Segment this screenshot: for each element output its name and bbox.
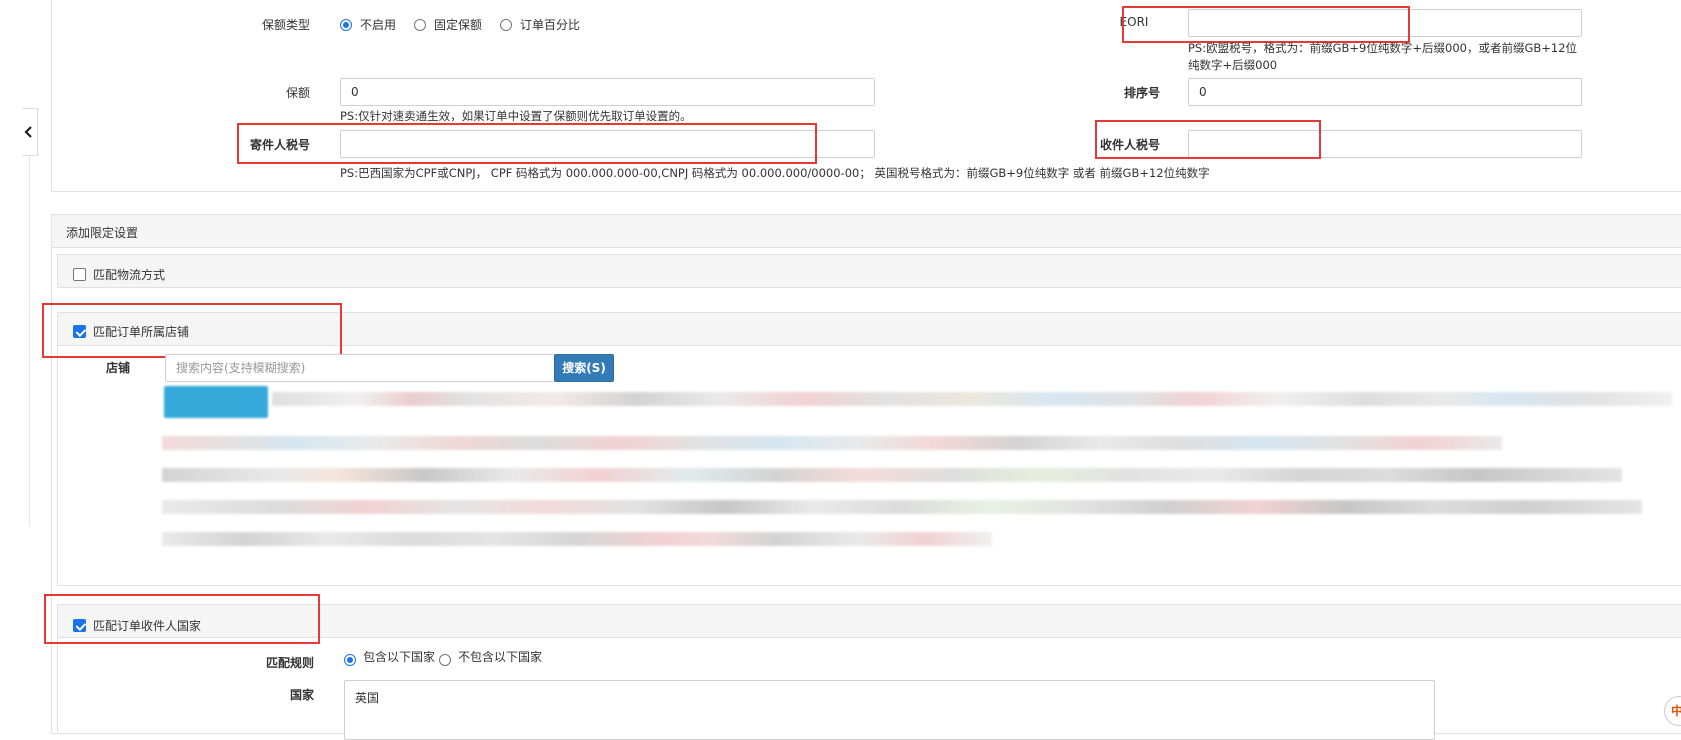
- store-label: 店铺: [105, 361, 130, 375]
- country-label: 国家: [289, 688, 314, 702]
- insurance-type-radio-disabled[interactable]: [340, 19, 352, 31]
- limit-settings-header: [51, 214, 1681, 248]
- sort-number-label: 排序号: [1123, 86, 1160, 100]
- eori-hint-line2: 纯数字+后缀000: [1188, 58, 1278, 72]
- left-divider: [29, 156, 30, 526]
- eori-hint-line1: PS:欧盟税号，格式为：前缀GB+9位纯数字+后缀000，或者前缀GB+12位: [1188, 41, 1578, 55]
- insurance-type-label: 保额类型: [261, 18, 310, 32]
- match-logistics-checkbox[interactable]: [73, 268, 86, 281]
- eori-highlight-box: [1122, 6, 1410, 43]
- chevron-left-icon: [24, 126, 32, 138]
- store-tags-row: [162, 468, 1622, 482]
- match-rule-radio-exclude[interactable]: [439, 654, 451, 666]
- sort-number-input[interactable]: 0: [1188, 78, 1582, 106]
- store-tag-selected[interactable]: [164, 386, 268, 418]
- store-tags-row: [162, 436, 1502, 450]
- match-store-highlight-box: [42, 303, 342, 358]
- store-search-button[interactable]: 搜索(S): [554, 354, 614, 382]
- country-input[interactable]: 英国: [344, 680, 1435, 740]
- country-value: 英国: [355, 691, 380, 705]
- match-rule-label: 匹配规则: [265, 656, 314, 670]
- tax-number-hint: PS:巴西国家为CPF或CNPJ， CPF 码格式为 000.000.000-0…: [340, 166, 1210, 180]
- store-tags-row: [162, 500, 1642, 514]
- insurance-type-radio-fixed[interactable]: [414, 19, 426, 31]
- match-logistics-label: 匹配物流方式: [93, 268, 166, 282]
- limit-settings-title: 添加限定设置: [66, 226, 139, 240]
- insurance-type-option-label: 固定保额: [434, 18, 483, 32]
- receiver-tax-highlight-box: [1095, 120, 1321, 159]
- insurance-type-radio-percent[interactable]: [500, 19, 512, 31]
- insurance-type-option-label: 订单百分比: [520, 18, 581, 32]
- match-country-highlight-box: [44, 594, 320, 644]
- match-logistics-header: [57, 254, 1681, 288]
- store-search-input[interactable]: 搜索内容(支持模糊搜索): [165, 354, 555, 382]
- sidebar-collapse-toggle[interactable]: [22, 108, 38, 156]
- match-rule-radio-include[interactable]: [344, 654, 356, 666]
- insurance-amount-label: 保额: [285, 86, 310, 100]
- store-list-obscured: [162, 386, 1681, 564]
- insurance-amount-hint: PS:仅针对速卖通生效，如果订单中设置了保额则优先取订单设置的。: [340, 109, 692, 123]
- match-rule-option-label: 不包含以下国家: [458, 650, 543, 664]
- store-tags-row: [272, 392, 1672, 406]
- insurance-type-option-label: 不启用: [360, 18, 397, 32]
- match-rule-option-label: 包含以下国家: [363, 650, 436, 664]
- insurance-amount-input[interactable]: 0: [340, 78, 875, 106]
- store-tags-row: [162, 532, 992, 546]
- sender-tax-highlight-box: [237, 123, 817, 164]
- store-search-placeholder: 搜索内容(支持模糊搜索): [176, 361, 306, 375]
